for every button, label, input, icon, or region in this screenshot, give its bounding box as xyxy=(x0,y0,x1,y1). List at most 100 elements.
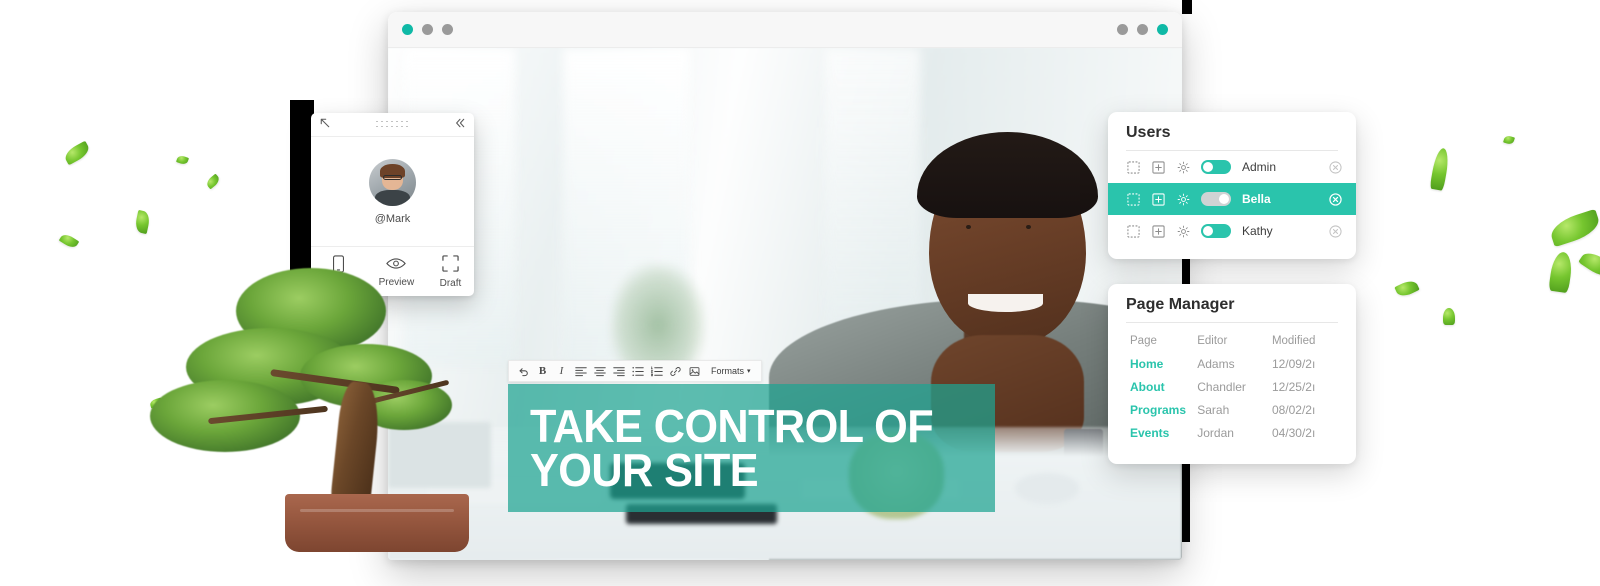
hero-illustration: B I Formats ▾ TAKE CONTROL OF YOUR SITE … xyxy=(0,0,1600,586)
italic-icon[interactable]: I xyxy=(553,362,570,380)
leaf-decoration xyxy=(1394,277,1420,300)
page-editor: Adams xyxy=(1197,356,1235,371)
user-toggle[interactable] xyxy=(1201,224,1231,238)
users-card: Users Admin Bella Kathy xyxy=(1108,112,1356,259)
page-modified: 04/30/2ı xyxy=(1271,425,1316,440)
dashed-square-icon[interactable] xyxy=(1126,192,1140,206)
table-header-row: Page Editor Modified xyxy=(1130,329,1356,352)
align-center-icon[interactable] xyxy=(591,362,608,380)
editor-toolbar[interactable]: B I Formats ▾ xyxy=(508,360,762,382)
dashed-square-icon[interactable] xyxy=(1126,224,1140,238)
page-link[interactable]: Programs xyxy=(1130,403,1197,417)
arrow-up-left-icon[interactable] xyxy=(319,116,331,134)
image-icon[interactable] xyxy=(686,362,703,380)
chevron-double-left-icon[interactable] xyxy=(454,116,466,134)
leaf-decoration xyxy=(1578,247,1600,282)
panel-profile: @Mark xyxy=(311,137,474,247)
avatar[interactable] xyxy=(369,158,416,206)
user-name: Kathy xyxy=(1242,224,1273,238)
page-modified: 12/25/2ı xyxy=(1271,379,1316,394)
page-modified: 12/09/2ı xyxy=(1271,356,1316,371)
table-row[interactable]: Events Jordan 04/30/2ı xyxy=(1130,421,1356,444)
page-link[interactable]: Events xyxy=(1130,426,1197,440)
table-row[interactable]: Home Adams 12/09/2ı xyxy=(1130,352,1356,375)
table-row[interactable]: Programs Sarah 08/02/2ı xyxy=(1130,398,1356,421)
page-manager-card: Page Manager Page Editor Modified Home A… xyxy=(1108,284,1356,464)
background-plant xyxy=(610,263,706,376)
add-square-icon[interactable] xyxy=(1151,160,1165,174)
user-name: Admin xyxy=(1242,160,1277,174)
page-editor: Sarah xyxy=(1197,402,1230,417)
leaf-decoration xyxy=(133,209,152,235)
bonsai-tree xyxy=(150,262,480,562)
leaf-decoration xyxy=(175,154,190,166)
gear-icon[interactable] xyxy=(1176,160,1190,174)
gear-icon[interactable] xyxy=(1176,192,1190,206)
desk-mouse xyxy=(1015,472,1079,504)
leaf-decoration xyxy=(1429,147,1451,191)
page-canvas: B I Formats ▾ TAKE CONTROL OF YOUR SITE xyxy=(388,48,1182,560)
add-square-icon[interactable] xyxy=(1151,192,1165,206)
window-dot-grey[interactable] xyxy=(1117,24,1128,35)
page-title: TAKE CONTROL OF YOUR SITE xyxy=(530,403,934,493)
user-toggle[interactable] xyxy=(1201,160,1231,174)
hero-headline-band[interactable]: TAKE CONTROL OF YOUR SITE xyxy=(508,384,995,512)
column-header-modified: Modified xyxy=(1271,334,1316,347)
window-dot-teal[interactable] xyxy=(1157,24,1168,35)
column-header-editor: Editor xyxy=(1197,334,1228,347)
user-row-admin[interactable]: Admin xyxy=(1108,151,1356,183)
column-header-page: Page xyxy=(1130,334,1157,347)
user-toggle[interactable] xyxy=(1201,192,1231,206)
align-left-icon[interactable] xyxy=(572,362,589,380)
photo-bleed-edge xyxy=(1182,0,1192,14)
link-icon[interactable] xyxy=(667,362,684,380)
window-dot-grey[interactable] xyxy=(1137,24,1148,35)
window-dot-teal[interactable] xyxy=(402,24,413,35)
undo-icon[interactable] xyxy=(515,362,532,380)
align-right-icon[interactable] xyxy=(610,362,627,380)
add-square-icon[interactable] xyxy=(1151,224,1165,238)
leaf-decoration xyxy=(62,140,92,166)
page-editor: Jordan xyxy=(1197,425,1234,440)
bold-icon[interactable]: B xyxy=(534,362,551,380)
drag-dots-icon[interactable] xyxy=(376,120,409,129)
table-row[interactable]: About Chandler 12/25/2ı xyxy=(1130,375,1356,398)
numbered-list-icon[interactable] xyxy=(648,362,665,380)
person-eye xyxy=(966,224,972,230)
person-smile xyxy=(967,294,1044,313)
window-dot-grey[interactable] xyxy=(422,24,433,35)
page-editor: Chandler xyxy=(1197,379,1246,394)
panel-header xyxy=(311,113,474,137)
browser-title-bar xyxy=(388,12,1182,48)
person-eye xyxy=(1026,224,1032,230)
window-dot-grey[interactable] xyxy=(442,24,453,35)
users-card-title: Users xyxy=(1126,124,1171,141)
page-manager-title: Page Manager xyxy=(1126,296,1235,313)
dashed-square-icon[interactable] xyxy=(1126,160,1140,174)
formats-dropdown[interactable]: Formats ▾ xyxy=(705,366,755,376)
circle-x-icon[interactable] xyxy=(1329,192,1342,206)
page-link[interactable]: About xyxy=(1130,380,1197,394)
chevron-down-icon: ▾ xyxy=(747,368,751,375)
page-manager-table: Page Editor Modified Home Adams 12/09/2ı… xyxy=(1108,323,1356,444)
headline-line-2: YOUR SITE xyxy=(530,444,759,496)
person-hair xyxy=(916,132,1098,218)
window-controls-right[interactable] xyxy=(1117,24,1168,35)
bullet-list-icon[interactable] xyxy=(629,362,646,380)
formats-label: Formats xyxy=(711,366,745,376)
leaf-decoration xyxy=(1548,250,1574,294)
user-handle: @Mark xyxy=(374,212,411,225)
user-row-bella[interactable]: Bella xyxy=(1108,183,1356,215)
page-link[interactable]: Home xyxy=(1130,357,1197,371)
bonsai-pot xyxy=(285,494,469,552)
page-modified: 08/02/2ı xyxy=(1271,402,1316,417)
leaf-decoration xyxy=(1443,308,1455,325)
user-row-kathy[interactable]: Kathy xyxy=(1108,215,1356,247)
leaf-decoration xyxy=(1503,134,1515,146)
circle-x-icon[interactable] xyxy=(1329,224,1342,238)
leaf-decoration xyxy=(58,231,80,251)
gear-icon[interactable] xyxy=(1176,224,1190,238)
circle-x-icon[interactable] xyxy=(1329,160,1342,174)
window-controls-left[interactable] xyxy=(402,24,453,35)
user-name: Bella xyxy=(1242,192,1271,206)
